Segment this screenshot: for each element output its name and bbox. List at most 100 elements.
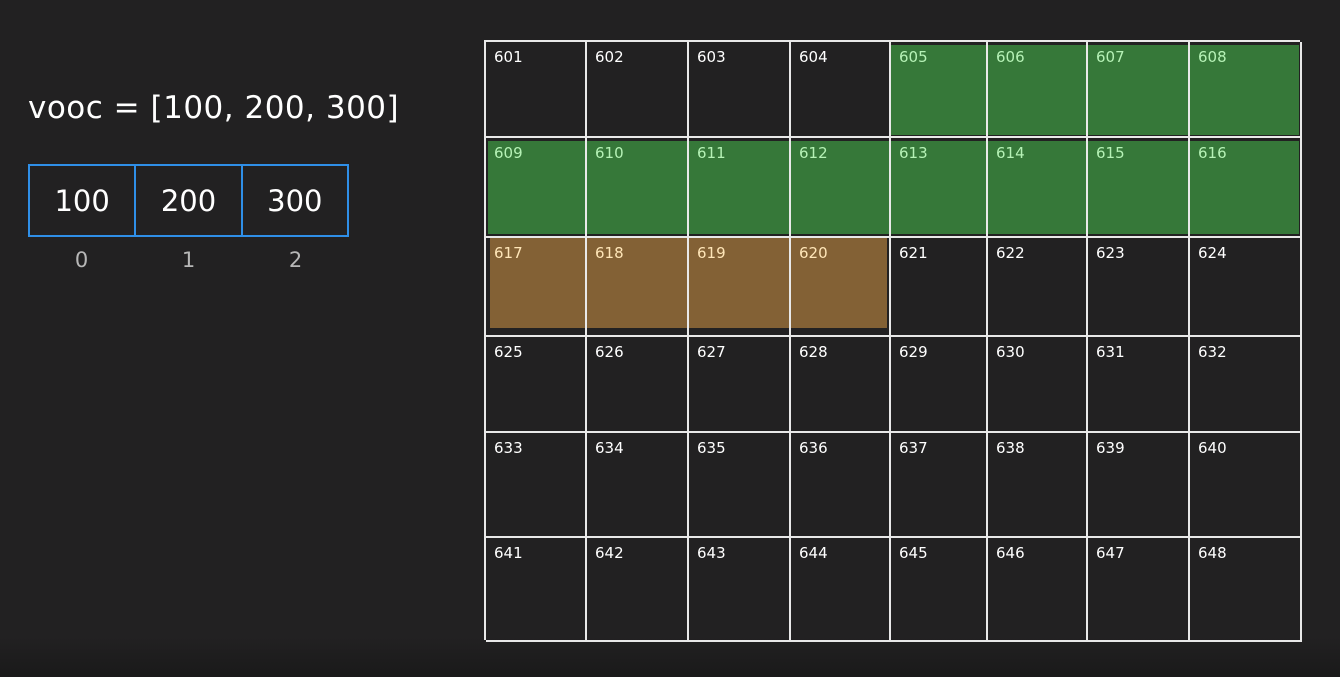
array-index: 1 [181, 248, 196, 272]
memory-cell: 624 [1190, 238, 1302, 337]
memory-address-label: 618 [595, 244, 624, 262]
memory-cell: 638 [988, 433, 1088, 538]
memory-address-label: 615 [1096, 144, 1125, 162]
memory-cell: 647 [1088, 538, 1190, 642]
memory-address-label: 613 [899, 144, 928, 162]
memory-cell: 622 [988, 238, 1088, 337]
memory-address-label: 623 [1096, 244, 1125, 262]
memory-address-label: 607 [1096, 48, 1125, 66]
memory-address-label: 641 [494, 544, 523, 562]
memory-cell: 636 [791, 433, 891, 538]
memory-address-label: 635 [697, 439, 726, 457]
memory-cell: 607 [1088, 42, 1190, 138]
memory-address-label: 603 [697, 48, 726, 66]
memory-address-label: 636 [799, 439, 828, 457]
memory-cell: 609 [486, 138, 587, 238]
memory-address-label: 626 [595, 343, 624, 361]
memory-address-label: 648 [1198, 544, 1227, 562]
memory-cell: 603 [689, 42, 791, 138]
memory-cell: 617 [486, 238, 587, 337]
memory-address-label: 602 [595, 48, 624, 66]
bottom-shade [0, 637, 1340, 677]
memory-address-label: 625 [494, 343, 523, 361]
memory-address-label: 639 [1096, 439, 1125, 457]
memory-cell: 606 [988, 42, 1088, 138]
array-visual: 100 200 300 [28, 164, 349, 237]
memory-cell: 605 [891, 42, 988, 138]
memory-cell: 604 [791, 42, 891, 138]
memory-cell: 610 [587, 138, 689, 238]
memory-cell: 632 [1190, 337, 1302, 433]
memory-cell: 631 [1088, 337, 1190, 433]
memory-address-label: 614 [996, 144, 1025, 162]
memory-cell: 640 [1190, 433, 1302, 538]
memory-address-label: 632 [1198, 343, 1227, 361]
memory-address-label: 633 [494, 439, 523, 457]
array-index: 0 [74, 248, 89, 272]
array-cell: 300 [267, 183, 323, 218]
memory-address-label: 638 [996, 439, 1025, 457]
memory-cell: 634 [587, 433, 689, 538]
array-indices: 0 1 2 [28, 248, 349, 272]
memory-address-label: 611 [697, 144, 726, 162]
memory-address-label: 637 [899, 439, 928, 457]
memory-cell: 644 [791, 538, 891, 642]
memory-address-label: 621 [899, 244, 928, 262]
memory-cell: 645 [891, 538, 988, 642]
memory-address-label: 627 [697, 343, 726, 361]
memory-address-label: 606 [996, 48, 1025, 66]
memory-grid: 601 602 603 604 605 606 607 608 609 610 611 612 613 6… [484, 40, 1302, 642]
memory-address-label: 646 [996, 544, 1025, 562]
memory-address-label: 601 [494, 48, 523, 66]
memory-address-label: 634 [595, 439, 624, 457]
array-cell: 200 [136, 166, 243, 235]
memory-address-label: 619 [697, 244, 726, 262]
memory-cell: 602 [587, 42, 689, 138]
memory-cell: 629 [891, 337, 988, 433]
memory-cell: 628 [791, 337, 891, 433]
memory-cell: 630 [988, 337, 1088, 433]
memory-address-label: 628 [799, 343, 828, 361]
memory-cell: 614 [988, 138, 1088, 238]
memory-address-label: 605 [899, 48, 928, 66]
memory-address-label: 610 [595, 144, 624, 162]
memory-address-label: 643 [697, 544, 726, 562]
memory-address-label: 629 [899, 343, 928, 361]
memory-cell: 637 [891, 433, 988, 538]
memory-address-label: 644 [799, 544, 828, 562]
memory-cell: 621 [891, 238, 988, 337]
memory-address-label: 608 [1198, 48, 1227, 66]
memory-address-label: 604 [799, 48, 828, 66]
memory-cell: 601 [486, 42, 587, 138]
memory-cell: 612 [791, 138, 891, 238]
diagram-canvas: vooc = [100, 200, 300] 100 200 300 0 1 2… [0, 0, 1340, 677]
memory-address-label: 617 [494, 244, 523, 262]
memory-address-label: 642 [595, 544, 624, 562]
memory-address-label: 631 [1096, 343, 1125, 361]
memory-address-label: 620 [799, 244, 828, 262]
memory-cell: 646 [988, 538, 1088, 642]
memory-cell: 608 [1190, 42, 1302, 138]
memory-cell: 639 [1088, 433, 1190, 538]
memory-cell: 627 [689, 337, 791, 433]
memory-cell: 641 [486, 538, 587, 642]
memory-address-label: 647 [1096, 544, 1125, 562]
code-statement: vooc = [100, 200, 300] [28, 90, 400, 126]
memory-cell: 635 [689, 433, 791, 538]
memory-cell: 618 [587, 238, 689, 337]
memory-cell: 623 [1088, 238, 1190, 337]
memory-cell: 616 [1190, 138, 1302, 238]
array-cell: 100 [30, 166, 137, 235]
memory-address-label: 624 [1198, 244, 1227, 262]
memory-cell: 633 [486, 433, 587, 538]
memory-cell: 625 [486, 337, 587, 433]
memory-address-label: 630 [996, 343, 1025, 361]
memory-cell: 613 [891, 138, 988, 238]
memory-cell: 620 [791, 238, 891, 337]
memory-cell: 615 [1088, 138, 1190, 238]
memory-cell: 611 [689, 138, 791, 238]
memory-address-label: 616 [1198, 144, 1227, 162]
memory-address-label: 645 [899, 544, 928, 562]
memory-cell: 619 [689, 238, 791, 337]
memory-address-label: 612 [799, 144, 828, 162]
